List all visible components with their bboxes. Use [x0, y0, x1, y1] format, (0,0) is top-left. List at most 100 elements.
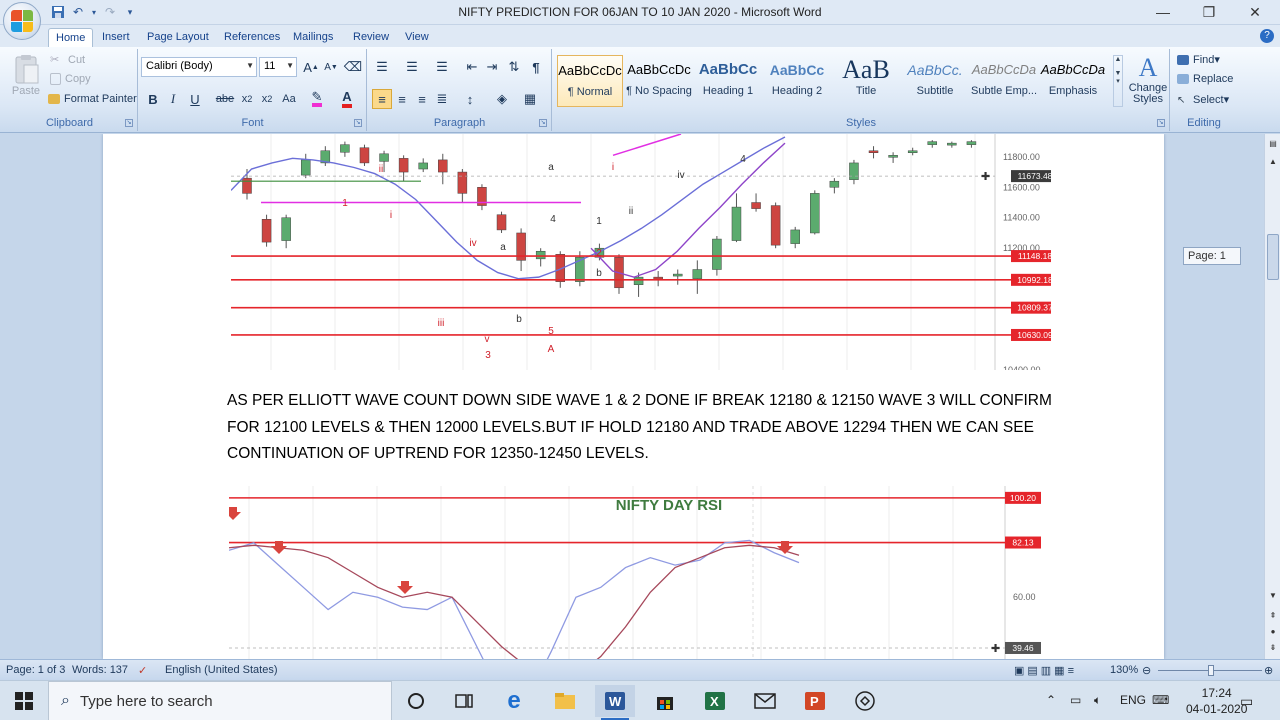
- styles-label: Styles: [846, 117, 876, 129]
- next-page-icon[interactable]: ⇟: [1266, 640, 1280, 654]
- page-count[interactable]: Page: 1 of 3: [6, 664, 65, 676]
- replace-button[interactable]: Replace: [1177, 73, 1233, 85]
- view-buttons[interactable]: ▣▤▥▦≡: [1014, 664, 1077, 677]
- style-subtitle[interactable]: AaBbCc. Subtitle: [902, 55, 968, 107]
- vertical-scrollbar[interactable]: ▤ ▲ ▼ ⇞ ● ⇟: [1264, 134, 1280, 659]
- find-button[interactable]: Find ▾: [1177, 53, 1220, 66]
- style-emphasis[interactable]: AaBbCcDa Emphasis: [1040, 55, 1106, 107]
- show-hidden-icons[interactable]: ⌃: [1046, 693, 1056, 707]
- copy-button[interactable]: Copy: [50, 73, 91, 85]
- language[interactable]: English (United States): [165, 664, 278, 676]
- notifications-icon[interactable]: ▭: [1240, 693, 1253, 710]
- styles-launcher-icon[interactable]: ↘: [1157, 119, 1165, 127]
- grow-font-icon[interactable]: A ▲: [301, 57, 321, 77]
- tab-references[interactable]: References: [217, 28, 287, 47]
- help-icon[interactable]: ?: [1260, 29, 1274, 43]
- highlight-icon[interactable]: ✎: [307, 89, 327, 109]
- scroll-thumb[interactable]: [1267, 234, 1279, 280]
- superscript-icon[interactable]: x2: [257, 89, 277, 109]
- scroll-down-icon[interactable]: ▼: [1266, 588, 1280, 602]
- battery-icon[interactable]: ▭: [1070, 693, 1081, 707]
- font-size-combo[interactable]: 11 ▼: [259, 57, 297, 77]
- shading-icon[interactable]: ◈: [492, 89, 512, 109]
- bullets-icon[interactable]: ☰: [372, 57, 392, 77]
- restore-button[interactable]: ❐: [1186, 0, 1232, 24]
- keyboard-icon[interactable]: ⌨: [1152, 693, 1169, 707]
- borders-icon[interactable]: ▦: [520, 89, 540, 109]
- word-taskbar-icon[interactable]: W: [595, 685, 635, 720]
- line-spacing-icon[interactable]: ↕: [460, 89, 480, 109]
- tab-view[interactable]: View: [398, 28, 436, 47]
- align-left-icon[interactable]: ≡: [372, 89, 392, 109]
- sort-icon[interactable]: ⇅: [504, 57, 524, 77]
- tab-review[interactable]: Review: [346, 28, 396, 47]
- input-language[interactable]: ENG: [1120, 693, 1146, 707]
- proofing-icon[interactable]: ✓: [138, 664, 147, 677]
- style-subtle-emphasis[interactable]: AaBbCcDa Subtle Emp...: [971, 55, 1037, 107]
- paragraph-launcher-icon[interactable]: ↘: [539, 119, 547, 127]
- subscript-icon[interactable]: x2: [237, 89, 257, 109]
- increase-indent-icon[interactable]: ⇥: [482, 57, 502, 77]
- clear-formatting-icon[interactable]: ⌫: [343, 57, 363, 77]
- app-circle-icon[interactable]: [845, 685, 885, 717]
- browse-object-icon[interactable]: ●: [1266, 624, 1280, 638]
- office-button[interactable]: [3, 2, 41, 40]
- cortana-icon[interactable]: [396, 685, 436, 717]
- ruler-toggle-icon[interactable]: ▤: [1266, 136, 1280, 150]
- shrink-font-icon[interactable]: A ▼: [321, 57, 341, 77]
- analysis-paragraph[interactable]: AS PER ELLIOTT WAVE COUNT DOWN SIDE WAVE…: [227, 388, 1057, 468]
- align-right-icon[interactable]: ≡: [412, 89, 432, 109]
- font-name-combo[interactable]: Calibri (Body) ▼: [141, 57, 257, 77]
- clock[interactable]: 17:24 04-01-2020: [1186, 685, 1247, 717]
- strikethrough-icon[interactable]: abe: [215, 89, 235, 109]
- numbering-icon[interactable]: ☰: [402, 57, 422, 77]
- style-no-spacing[interactable]: AaBbCcDc ¶ No Spacing: [626, 55, 692, 107]
- store-icon[interactable]: [645, 685, 685, 717]
- volume-icon[interactable]: 🔈︎: [1094, 693, 1101, 708]
- align-center-icon[interactable]: ≡: [392, 89, 412, 109]
- scroll-up-icon[interactable]: ▲: [1266, 154, 1280, 168]
- styles-scroll-icon[interactable]: ▲ ▼ ▾: [1113, 55, 1123, 107]
- start-button[interactable]: [0, 681, 48, 720]
- bold-icon[interactable]: B: [143, 89, 163, 109]
- select-button[interactable]: ↖ Select ▾: [1177, 93, 1229, 107]
- clipboard-launcher-icon[interactable]: ↘: [125, 119, 133, 127]
- powerpoint-icon[interactable]: P: [795, 685, 835, 717]
- justify-icon[interactable]: ≣: [432, 89, 452, 109]
- format-painter-button[interactable]: Format Painter: [48, 93, 137, 105]
- font-color-icon[interactable]: A: [337, 89, 357, 109]
- zoom-slider-thumb[interactable]: [1208, 665, 1214, 676]
- mail-icon[interactable]: [745, 685, 785, 717]
- tab-mailings[interactable]: Mailings: [286, 28, 340, 47]
- file-explorer-icon[interactable]: [545, 685, 585, 717]
- tab-insert[interactable]: Insert: [95, 28, 137, 47]
- multilevel-list-icon[interactable]: ☰: [432, 57, 452, 77]
- cut-button[interactable]: ✂ Cut: [50, 53, 85, 67]
- show-formatting-icon[interactable]: ¶: [526, 57, 546, 77]
- style-heading-2[interactable]: AaBbCc Heading 2: [764, 55, 830, 107]
- underline-icon[interactable]: U: [185, 89, 205, 109]
- change-case-icon[interactable]: Aa: [279, 89, 299, 109]
- style-heading-1[interactable]: AaBbCc Heading 1: [695, 55, 761, 107]
- close-button[interactable]: ✕: [1232, 0, 1278, 24]
- edge-icon[interactable]: e: [494, 685, 534, 717]
- change-styles-button[interactable]: A Change Styles: [1127, 53, 1169, 105]
- zoom-out-icon[interactable]: ⊖: [1142, 664, 1151, 677]
- tab-home[interactable]: Home: [48, 28, 94, 47]
- document-page[interactable]: 11800.00 11600.00 11400.00 11200.00 10400.00…: [103, 134, 1164, 659]
- excel-icon[interactable]: X: [695, 685, 735, 717]
- word-count[interactable]: Words: 137: [72, 664, 128, 676]
- italic-icon[interactable]: I: [163, 89, 183, 109]
- zoom-in-icon[interactable]: ⊕: [1264, 664, 1273, 677]
- taskbar-search[interactable]: ⌕ Type here to search: [48, 681, 392, 720]
- zoom-level[interactable]: 130%: [1110, 664, 1138, 676]
- style-normal[interactable]: AaBbCcDc ¶ Normal: [557, 55, 623, 107]
- minimize-button[interactable]: —: [1140, 0, 1186, 24]
- task-view-icon[interactable]: [444, 685, 484, 717]
- style-title[interactable]: AaB Title: [833, 55, 899, 107]
- paste-button[interactable]: Paste: [8, 53, 44, 97]
- font-launcher-icon[interactable]: ↘: [354, 119, 362, 127]
- previous-page-icon[interactable]: ⇞: [1266, 608, 1280, 622]
- decrease-indent-icon[interactable]: ⇤: [462, 57, 482, 77]
- tab-page-layout[interactable]: Page Layout: [140, 28, 216, 47]
